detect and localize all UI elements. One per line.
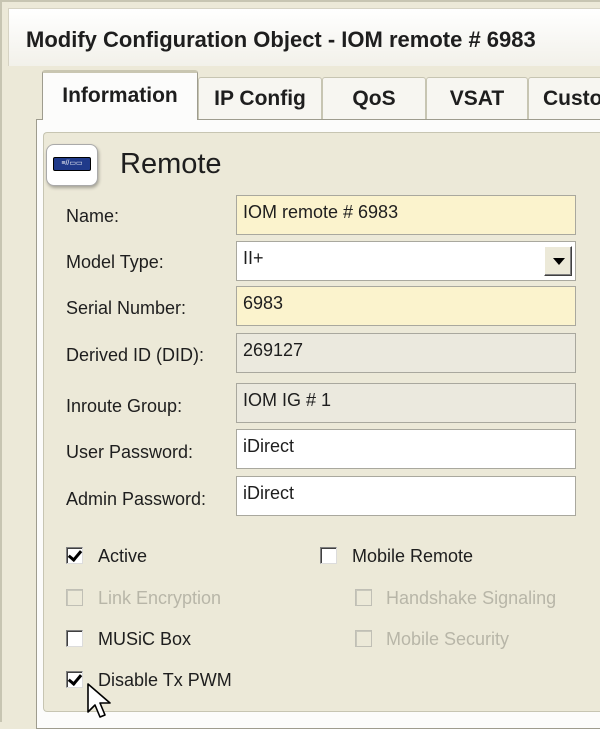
serial-number-label: Serial Number: xyxy=(66,298,187,318)
checkmark-icon xyxy=(67,546,83,563)
derived-id-field: 269127 xyxy=(236,333,576,373)
admin-password-field[interactable]: iDirect xyxy=(236,476,576,516)
disable-tx-pwm-checkbox[interactable] xyxy=(66,670,83,688)
user-password-label: User Password: xyxy=(66,442,194,462)
handshake-signaling-checkbox xyxy=(355,589,372,606)
link-encryption-checkbox xyxy=(66,589,83,606)
tab-strip: Information IP Config QoS VSAT Custo xyxy=(2,68,600,120)
model-type-value: II+ xyxy=(243,248,264,268)
window-title: Modify Configuration Object - IOM remote… xyxy=(26,27,536,52)
chevron-down-icon xyxy=(553,258,565,265)
disable-tx-pwm-checkbox-label[interactable]: Disable Tx PWM xyxy=(98,670,232,691)
remote-modem-icon: ≡//▭▭ xyxy=(46,144,98,186)
mouse-pointer-icon xyxy=(87,683,111,718)
active-checkbox[interactable] xyxy=(66,546,83,564)
tab-qos[interactable]: QoS xyxy=(322,77,426,119)
music-box-checkbox[interactable] xyxy=(66,630,83,647)
mobile-security-checkbox xyxy=(355,630,372,647)
mobile-security-checkbox-label: Mobile Security xyxy=(386,629,510,649)
active-checkbox-label[interactable]: Active xyxy=(98,546,147,567)
tab-information[interactable]: Information xyxy=(42,70,198,120)
name-field[interactable]: IOM remote # 6983 xyxy=(236,195,576,235)
serial-number-field[interactable]: 6983 xyxy=(236,286,576,326)
derived-id-label: Derived ID (DID): xyxy=(66,345,205,365)
mobile-remote-checkbox[interactable] xyxy=(320,547,337,564)
inroute-group-field: IOM IG # 1 xyxy=(236,383,576,423)
tab-custom[interactable]: Custo xyxy=(528,77,600,119)
inroute-group-label: Inroute Group: xyxy=(66,396,183,416)
tab-vsat[interactable]: VSAT xyxy=(426,77,528,119)
model-type-select[interactable]: II+ xyxy=(236,241,576,281)
checkmark-icon xyxy=(67,670,83,687)
handshake-signaling-checkbox-label: Handshake Signaling xyxy=(386,588,557,608)
title-bar[interactable]: Modify Configuration Object - IOM remote… xyxy=(8,8,600,66)
mobile-remote-checkbox-label[interactable]: Mobile Remote xyxy=(352,546,473,567)
music-box-checkbox-label[interactable]: MUSiC Box xyxy=(98,629,191,650)
tab-ip-config[interactable]: IP Config xyxy=(198,77,322,119)
model-type-label: Model Type: xyxy=(66,252,164,272)
link-encryption-checkbox-label: Link Encryption xyxy=(98,588,222,608)
dropdown-button[interactable] xyxy=(544,246,572,276)
user-password-field[interactable]: iDirect xyxy=(236,429,576,469)
admin-password-label: Admin Password: xyxy=(66,489,207,509)
name-label: Name: xyxy=(66,206,120,226)
section-title: Remote xyxy=(120,148,222,180)
config-window: Modify Configuration Object - IOM remote… xyxy=(0,0,600,729)
modem-device-glyph: ≡//▭▭ xyxy=(53,157,91,171)
